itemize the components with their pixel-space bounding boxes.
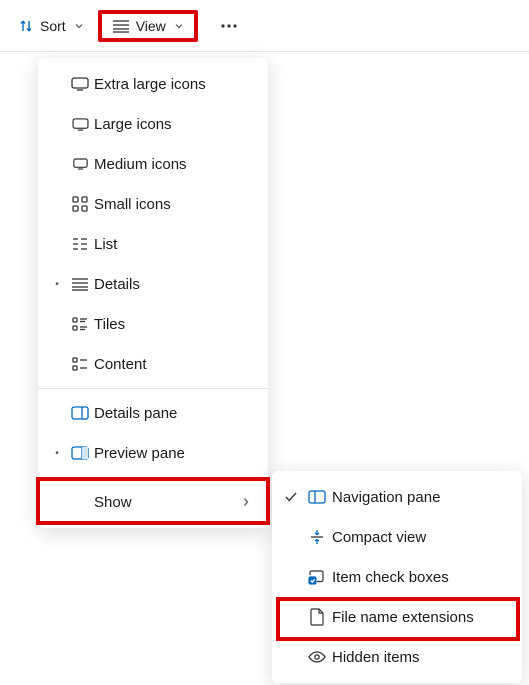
selected-dot: • bbox=[48, 448, 66, 459]
toolbar: Sort View bbox=[0, 0, 529, 52]
submenu-item-label: Hidden items bbox=[332, 649, 508, 666]
menu-item-show[interactable]: Show bbox=[38, 482, 268, 522]
preview-pane-icon bbox=[66, 446, 94, 460]
more-icon bbox=[220, 18, 238, 34]
hidden-icon bbox=[302, 650, 332, 664]
menu-item-label: Small icons bbox=[94, 196, 254, 213]
sort-button[interactable]: Sort bbox=[8, 12, 94, 40]
view-menu: Extra large icons Large icons Medium ico… bbox=[38, 58, 268, 528]
check-icon bbox=[280, 490, 302, 504]
menu-item-label: Tiles bbox=[94, 316, 254, 333]
sort-icon bbox=[18, 18, 34, 34]
submenu-item-label: Item check boxes bbox=[332, 569, 508, 586]
menu-item-medium-icons[interactable]: Medium icons bbox=[38, 144, 268, 184]
selected-dot: • bbox=[48, 279, 66, 290]
tiles-icon bbox=[66, 317, 94, 331]
menu-item-tiles[interactable]: Tiles bbox=[38, 304, 268, 344]
menu-item-content[interactable]: Content bbox=[38, 344, 268, 384]
compact-icon bbox=[302, 529, 332, 545]
chevron-down-icon bbox=[74, 21, 84, 31]
menu-item-large-icons[interactable]: Large icons bbox=[38, 104, 268, 144]
checkboxes-icon bbox=[302, 570, 332, 585]
submenu-item-hidden-items[interactable]: Hidden items bbox=[272, 637, 522, 677]
menu-item-label: Preview pane bbox=[94, 445, 254, 462]
content-icon bbox=[66, 357, 94, 371]
submenu-item-check-boxes[interactable]: Item check boxes bbox=[272, 557, 522, 597]
chevron-right-icon bbox=[238, 497, 254, 507]
more-button[interactable] bbox=[210, 12, 248, 40]
menu-item-label: Extra large icons bbox=[94, 76, 254, 93]
menu-item-label: Large icons bbox=[94, 116, 254, 133]
show-submenu: Navigation pane Compact view Item check … bbox=[272, 471, 522, 683]
nav-pane-icon bbox=[302, 490, 332, 504]
menu-item-label: Content bbox=[94, 356, 254, 373]
monitor-icon bbox=[66, 77, 94, 91]
monitor-icon bbox=[66, 158, 94, 170]
chevron-down-icon bbox=[174, 21, 184, 31]
menu-separator bbox=[38, 477, 268, 478]
menu-item-label: Show bbox=[94, 494, 238, 511]
menu-item-preview-pane[interactable]: • Preview pane bbox=[38, 433, 268, 473]
grid-icon bbox=[66, 196, 94, 212]
details-pane-icon bbox=[66, 406, 94, 420]
monitor-icon bbox=[66, 118, 94, 131]
file-ext-icon bbox=[302, 608, 332, 626]
submenu-item-label: Navigation pane bbox=[332, 489, 508, 506]
menu-item-label: List bbox=[94, 236, 254, 253]
menu-separator bbox=[38, 388, 268, 389]
menu-item-label: Details bbox=[94, 276, 254, 293]
submenu-item-label: Compact view bbox=[332, 529, 508, 546]
sort-label: Sort bbox=[40, 18, 66, 34]
menu-item-list[interactable]: List bbox=[38, 224, 268, 264]
menu-item-small-icons[interactable]: Small icons bbox=[38, 184, 268, 224]
submenu-item-file-extensions[interactable]: File name extensions bbox=[272, 597, 522, 637]
menu-item-extra-large-icons[interactable]: Extra large icons bbox=[38, 64, 268, 104]
menu-item-label: Details pane bbox=[94, 405, 254, 422]
submenu-item-compact-view[interactable]: Compact view bbox=[272, 517, 522, 557]
view-button[interactable]: View bbox=[98, 10, 198, 42]
submenu-item-navigation-pane[interactable]: Navigation pane bbox=[272, 477, 522, 517]
menu-item-label: Medium icons bbox=[94, 156, 254, 173]
view-icon bbox=[112, 19, 130, 33]
menu-item-details[interactable]: • Details bbox=[38, 264, 268, 304]
view-label: View bbox=[136, 18, 166, 34]
submenu-item-label: File name extensions bbox=[332, 609, 508, 626]
details-icon bbox=[66, 277, 94, 291]
list-icon bbox=[66, 237, 94, 251]
menu-item-details-pane[interactable]: Details pane bbox=[38, 393, 268, 433]
